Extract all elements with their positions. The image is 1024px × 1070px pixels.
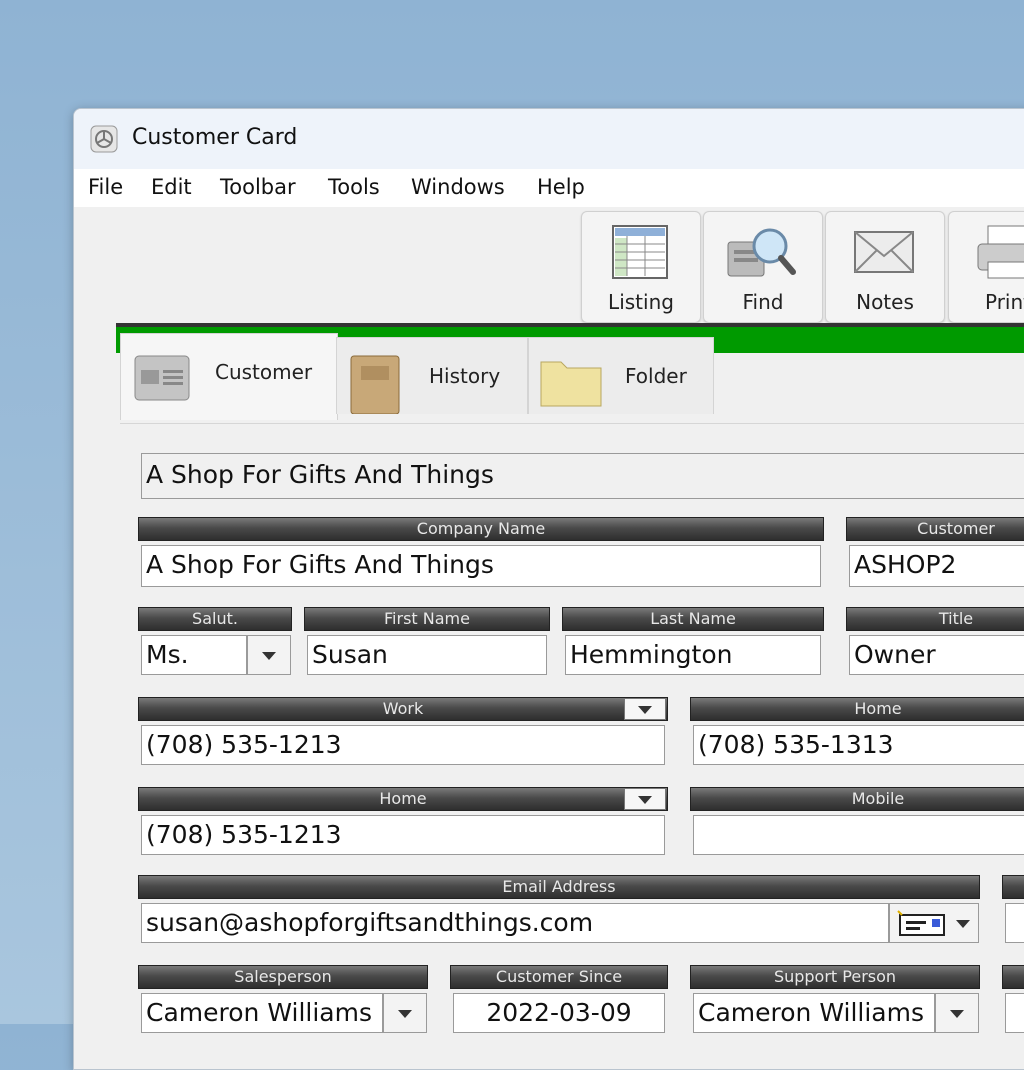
- notes-label: Notes: [856, 290, 914, 314]
- first-name-header: First Name: [304, 607, 550, 631]
- listing-icon: [612, 225, 668, 279]
- folder-icon: [540, 361, 602, 407]
- mobile-field[interactable]: [693, 815, 1024, 855]
- tab-strip: Customer History Folder: [120, 333, 1024, 424]
- tab-customer[interactable]: Customer: [120, 333, 338, 420]
- customer-since-header: Customer Since: [450, 965, 668, 989]
- tab-customer-label: Customer: [215, 360, 313, 384]
- last-name-header: Last Name: [562, 607, 824, 631]
- menu-file[interactable]: File: [88, 175, 123, 199]
- notes-button[interactable]: Notes: [825, 211, 945, 323]
- salesperson-dropdown-button[interactable]: [383, 993, 427, 1033]
- extra-field-header: [1002, 875, 1024, 899]
- send-email-button[interactable]: [889, 903, 979, 943]
- home-phone-left-field[interactable]: (708) 535-1213: [141, 815, 665, 855]
- salutation-dropdown-button[interactable]: [247, 635, 291, 675]
- support-person-dropdown-button[interactable]: [935, 993, 979, 1033]
- salutation-header: Salut.: [138, 607, 292, 631]
- work-phone-field[interactable]: (708) 535-1213: [141, 725, 665, 765]
- customer-card-icon: [134, 355, 190, 401]
- last-name-field[interactable]: Hemmington: [565, 635, 821, 675]
- customer-since-field[interactable]: 2022-03-09: [453, 993, 665, 1033]
- menu-help[interactable]: Help: [537, 175, 585, 199]
- display-name-field[interactable]: A Shop For Gifts And Things: [141, 453, 1024, 499]
- printer-icon: [977, 225, 1024, 279]
- title-field[interactable]: Owner: [849, 635, 1024, 675]
- tab-history-label: History: [429, 364, 501, 388]
- menu-toolbar[interactable]: Toolbar: [220, 175, 296, 199]
- envelope-icon: [854, 231, 914, 273]
- first-name-field[interactable]: Susan: [307, 635, 547, 675]
- salesperson-header: Salesperson: [138, 965, 428, 989]
- menu-windows[interactable]: Windows: [411, 175, 505, 199]
- customer-card-window: Customer Card File Edit Toolbar Tools Wi…: [73, 108, 1024, 1070]
- title-bar: Customer Card: [74, 109, 1024, 169]
- tab-history[interactable]: History: [336, 337, 528, 414]
- menu-tools[interactable]: Tools: [328, 175, 380, 199]
- home-phone-right-field[interactable]: (708) 535-1313: [693, 725, 1024, 765]
- customer-id-field[interactable]: ASHOP2: [849, 545, 1024, 587]
- menu-bar: File Edit Toolbar Tools Windows Help: [74, 169, 1024, 207]
- support-person-field[interactable]: Cameron Williams: [693, 993, 935, 1033]
- print-button[interactable]: Print: [948, 211, 1024, 323]
- salutation-field[interactable]: Ms.: [141, 635, 247, 675]
- salesperson-field[interactable]: Cameron Williams: [141, 993, 383, 1033]
- tab-folder-label: Folder: [625, 364, 687, 388]
- home-phone-right-header: Home: [690, 697, 1024, 721]
- find-button[interactable]: Find: [703, 211, 823, 323]
- email-field[interactable]: susan@ashopforgiftsandthings.com: [141, 903, 889, 943]
- find-label: Find: [742, 290, 784, 314]
- mobile-header: Mobile: [690, 787, 1024, 811]
- email-header: Email Address: [138, 875, 980, 899]
- work-phone-type-dropdown[interactable]: [624, 698, 666, 720]
- extra-field[interactable]: [1005, 903, 1024, 943]
- company-name-header: Company Name: [138, 517, 824, 541]
- extra-field-2[interactable]: [1005, 993, 1024, 1033]
- listing-label: Listing: [608, 290, 674, 314]
- home-phone-type-dropdown[interactable]: [624, 788, 666, 810]
- work-phone-header: Work: [138, 697, 668, 721]
- title-header: Title: [846, 607, 1024, 631]
- home-phone-left-header: Home: [138, 787, 668, 811]
- extra-field-2-header: [1002, 965, 1024, 989]
- app-icon: [90, 125, 118, 153]
- tab-folder[interactable]: Folder: [528, 337, 714, 414]
- support-person-header: Support Person: [690, 965, 980, 989]
- listing-button[interactable]: Listing: [581, 211, 701, 323]
- window-title: Customer Card: [132, 125, 298, 150]
- company-name-field[interactable]: A Shop For Gifts And Things: [141, 545, 821, 587]
- book-icon: [350, 355, 400, 414]
- find-icon: [727, 228, 796, 277]
- customer-id-header: Customer: [846, 517, 1024, 541]
- email-card-icon: [897, 910, 945, 936]
- print-label: Print: [984, 290, 1024, 314]
- email-dropdown-arrow-icon[interactable]: [956, 920, 970, 928]
- menu-edit[interactable]: Edit: [151, 175, 192, 199]
